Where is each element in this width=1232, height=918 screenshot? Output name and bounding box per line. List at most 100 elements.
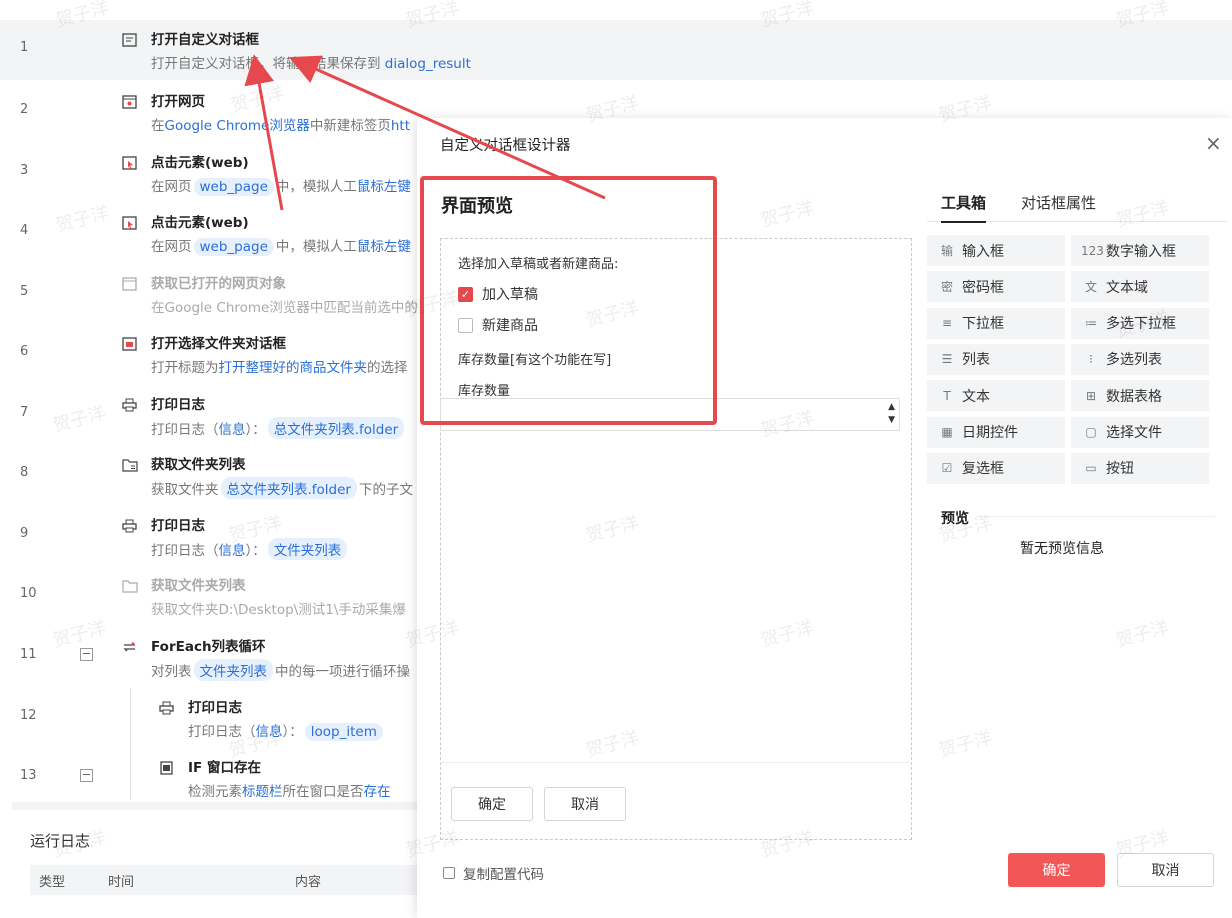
modal-title: 自定义对话框设计器 bbox=[440, 138, 571, 154]
folder-list-icon bbox=[121, 578, 138, 593]
tool-item[interactable]: 文文本域 bbox=[1071, 271, 1209, 303]
step-desc: 在网页 web_page 中，模拟人工鼠标左键 bbox=[151, 238, 411, 256]
step-title: 获取已打开的网页对象 bbox=[151, 276, 286, 292]
copy-config-label: 复制配置代码 bbox=[463, 867, 544, 883]
step-desc: 打印日志（信息）： 总文件夹列表.folder bbox=[151, 417, 406, 439]
step-number: 1 bbox=[20, 40, 29, 55]
checkbox-box bbox=[458, 317, 473, 333]
preview-canvas: 选择加入草稿或者新建商品: ✓ 加入草稿 新建商品 库存数量[有这个功能在写] … bbox=[440, 238, 912, 840]
spin-down-icon[interactable]: ▼ bbox=[888, 414, 895, 427]
tool-item[interactable]: ☑ 复选框 bbox=[927, 452, 1065, 484]
canvas-divider bbox=[440, 762, 910, 763]
collapse-toggle[interactable]: − bbox=[80, 769, 93, 782]
step-title: 打开网页 bbox=[151, 94, 205, 110]
tool-label: 数据表格 bbox=[1106, 388, 1162, 405]
tool-icon: 输 bbox=[940, 244, 953, 258]
step-number: 9 bbox=[20, 526, 29, 541]
tool-item[interactable]: T 文本 bbox=[927, 380, 1065, 412]
step-title: 打印日志 bbox=[151, 518, 205, 534]
tool-item[interactable]: 密密码框 bbox=[927, 271, 1065, 303]
tool-item[interactable]: 输输入框 bbox=[927, 235, 1065, 266]
tool-label: 多选列表 bbox=[1106, 352, 1162, 369]
tool-icon: ☑ bbox=[941, 461, 953, 476]
folder-list-icon bbox=[121, 457, 138, 472]
close-icon[interactable]: × bbox=[1205, 131, 1222, 155]
col-content: 内容 bbox=[295, 874, 322, 890]
step-title: 点击元素(web) bbox=[151, 155, 249, 171]
step-desc: 打印日志（信息）： loop_item bbox=[188, 720, 385, 741]
tool-item[interactable]: ≡ 下拉框 bbox=[927, 307, 1065, 339]
step-row-1[interactable]: 1 打开自定义对话框 打开自定义对话框，将输入结果保存到 dialog_resu… bbox=[0, 20, 1232, 80]
stock-label-1: 库存数量[有这个功能在写] bbox=[458, 353, 612, 368]
tool-item[interactable]: ⁝ 多选列表 bbox=[1071, 343, 1209, 375]
tool-icon: ☰ bbox=[941, 352, 953, 367]
tool-icon: 123 bbox=[1081, 243, 1104, 258]
tool-item[interactable]: ▭ 按钮 bbox=[1071, 452, 1209, 484]
spinner[interactable]: ▲ ▼ bbox=[888, 401, 895, 427]
spin-up-icon[interactable]: ▲ bbox=[888, 401, 895, 414]
step-desc: 对列表 文件夹列表 中的每一项进行循环操 bbox=[151, 659, 410, 681]
step-number: 4 bbox=[20, 223, 29, 238]
step-desc: 在Google Chrome浏览器中匹配当前选中的 bbox=[151, 300, 418, 316]
dialog-icon bbox=[121, 32, 138, 47]
app-root: 1 打开自定义对话框 打开自定义对话框，将输入结果保存到 dialog_resu… bbox=[0, 0, 1232, 918]
tab-toolbox[interactable]: 工具箱 bbox=[941, 192, 987, 223]
col-time: 时间 bbox=[108, 874, 135, 890]
copy-config-code[interactable]: 复制配置代码 bbox=[443, 863, 544, 883]
tool-label: 文本 bbox=[962, 388, 990, 405]
tool-item[interactable]: ▦ 日期控件 bbox=[927, 416, 1065, 448]
tool-label: 按钮 bbox=[1106, 461, 1134, 478]
printer-icon bbox=[121, 397, 138, 412]
tool-icon: ⊞ bbox=[1085, 388, 1097, 403]
run-log-title: 运行日志 bbox=[30, 832, 91, 850]
checkbox-new-product[interactable]: 新建商品 bbox=[458, 315, 538, 335]
checkbox-add-draft[interactable]: ✓ 加入草稿 bbox=[458, 284, 538, 304]
collapse-toggle[interactable]: − bbox=[80, 648, 93, 661]
ok-button[interactable]: 确定 bbox=[1008, 853, 1105, 887]
tool-icon: ▭ bbox=[1085, 461, 1097, 476]
tool-item[interactable]: 123 数字输入框 bbox=[1071, 235, 1209, 266]
checkbox-label: 新建商品 bbox=[482, 318, 538, 334]
stock-number-input[interactable]: ▲ ▼ bbox=[440, 398, 900, 431]
folder-dialog-icon bbox=[121, 336, 138, 351]
window-check-icon bbox=[158, 760, 175, 775]
tool-icon: ≔ bbox=[1085, 316, 1097, 331]
tool-label: 选择文件 bbox=[1106, 425, 1162, 441]
tool-icon: ▢ bbox=[1085, 425, 1097, 439]
tab-dialog-properties[interactable]: 对话框属性 bbox=[1021, 192, 1096, 221]
loop-icon bbox=[121, 639, 138, 654]
col-type: 类型 bbox=[39, 874, 66, 890]
tool-item[interactable]: ⊞ 数据表格 bbox=[1071, 380, 1209, 412]
step-desc: 在Google Chrome浏览器中新建标签页htt bbox=[151, 118, 411, 134]
tool-label: 多选下拉框 bbox=[1106, 316, 1176, 333]
canvas-ok-button[interactable]: 确定 bbox=[451, 787, 533, 821]
preview-divider bbox=[977, 516, 1215, 517]
webpage-icon bbox=[121, 94, 138, 109]
stock-label-2: 库存数量 bbox=[458, 384, 511, 399]
step-number: 3 bbox=[20, 163, 29, 178]
tabs: 工具箱 对话框属性 bbox=[927, 188, 1227, 223]
step-title: 获取文件夹列表 bbox=[151, 578, 246, 594]
tool-label: 密码框 bbox=[962, 279, 1004, 296]
tool-item[interactable]: ≔ 多选下拉框 bbox=[1071, 307, 1209, 339]
step-number: 11 bbox=[20, 647, 37, 662]
tool-label: 日期控件 bbox=[962, 425, 1018, 441]
tool-icon: ⁝ bbox=[1089, 352, 1093, 367]
tool-label: 下拉框 bbox=[962, 316, 1004, 333]
tool-item[interactable]: ☰ 列表 bbox=[927, 343, 1065, 375]
click-element-icon bbox=[121, 155, 138, 170]
cancel-button[interactable]: 取消 bbox=[1117, 853, 1214, 887]
tool-icon: 密 bbox=[940, 280, 953, 295]
step-title: 打开选择文件夹对话框 bbox=[151, 336, 286, 352]
step-desc: 在网页 web_page 中，模拟人工鼠标左键 bbox=[151, 178, 411, 196]
step-number: 7 bbox=[20, 405, 29, 420]
tool-item[interactable]: ▢ 选择文件 bbox=[1071, 416, 1209, 448]
tool-icon: 文 bbox=[1084, 280, 1097, 295]
step-number: 6 bbox=[20, 344, 29, 359]
canvas-cancel-button[interactable]: 取消 bbox=[544, 787, 626, 821]
printer-icon bbox=[158, 700, 175, 715]
step-number: 13 bbox=[20, 768, 37, 783]
tool-label: 列表 bbox=[962, 352, 990, 369]
step-title: 打印日志 bbox=[188, 700, 242, 716]
run-log-panel: 运行日志 类型 时间 内容 bbox=[12, 802, 422, 918]
